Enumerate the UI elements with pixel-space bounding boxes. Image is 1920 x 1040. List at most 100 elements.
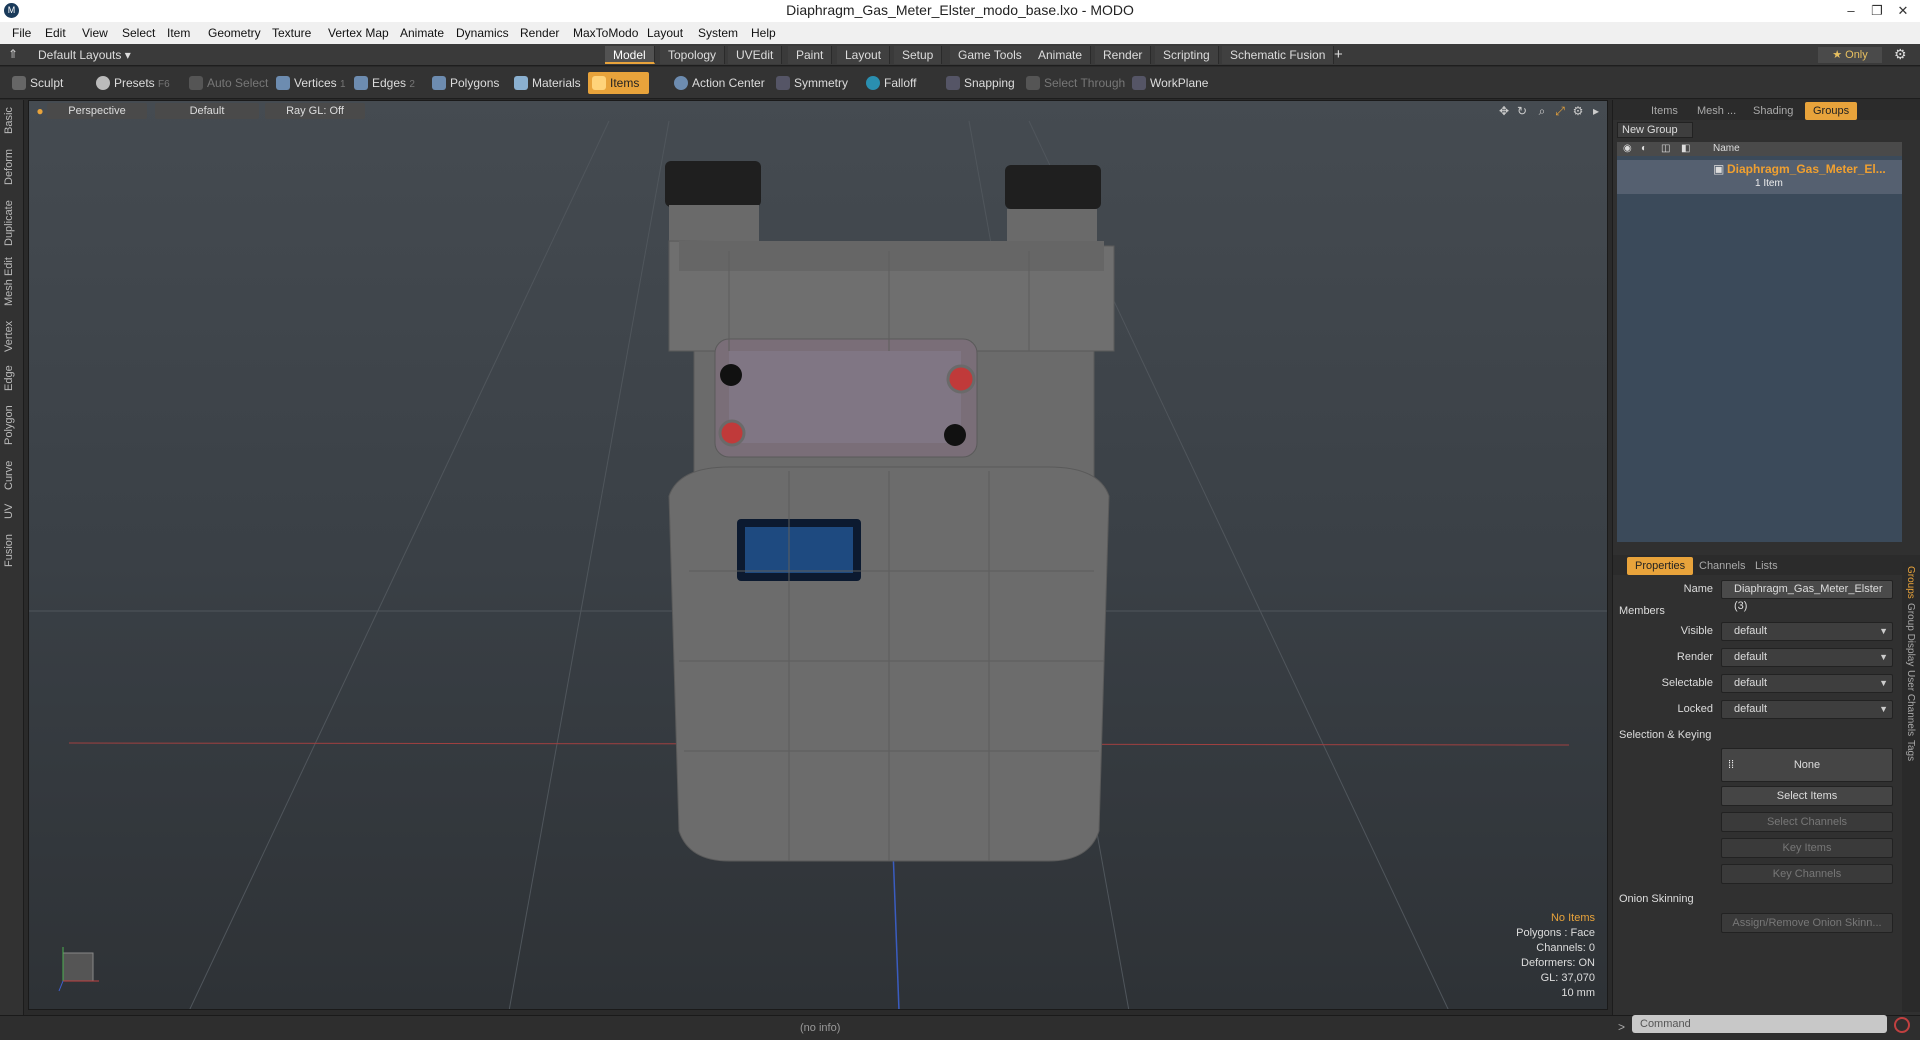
selection-keying-section[interactable]: Selection & Keying: [1619, 729, 1711, 741]
symmetry-button[interactable]: Symmetry: [772, 72, 848, 94]
edges-button[interactable]: Edges 2: [350, 72, 415, 94]
menu-system[interactable]: System: [698, 26, 738, 40]
tab-uvedit[interactable]: UVEdit: [728, 46, 783, 64]
menu-help[interactable]: Help: [751, 26, 776, 40]
vtab-polygon[interactable]: Polygon: [3, 400, 21, 450]
window-title: Diaphragm_Gas_Meter_Elster_modo_base.lxo…: [786, 2, 1134, 18]
group-row[interactable]: ▣ Diaphragm_Gas_Meter_El... 1 Item: [1617, 160, 1902, 194]
gear-icon[interactable]: ⚙: [1894, 46, 1907, 63]
tab-model[interactable]: Model: [605, 46, 655, 64]
new-group-button[interactable]: New Group: [1617, 122, 1693, 138]
tab-game-tools[interactable]: Game Tools: [950, 46, 1031, 64]
vtab-duplicate[interactable]: Duplicate: [3, 196, 21, 250]
none-button[interactable]: ⁞⁞ None: [1721, 748, 1893, 782]
chevron-down-icon: ▼: [1879, 678, 1888, 688]
tab-scripting[interactable]: Scripting: [1155, 46, 1219, 64]
menu-geometry[interactable]: Geometry: [208, 26, 261, 40]
presets-button[interactable]: Presets F6: [92, 72, 170, 94]
locked-dropdown[interactable]: default ▼: [1721, 700, 1893, 719]
tab-animate[interactable]: Animate: [1030, 46, 1092, 64]
visible-dropdown[interactable]: default ▼: [1721, 622, 1893, 641]
title-bar: M Diaphragm_Gas_Meter_Elster_modo_base.l…: [0, 0, 1920, 22]
items-icon: [592, 76, 606, 90]
vtab-fusion[interactable]: Fusion: [3, 530, 21, 570]
assign-onion-button[interactable]: Assign/Remove Onion Skinn...: [1721, 913, 1893, 933]
menu-texture[interactable]: Texture: [272, 26, 311, 40]
members-section[interactable]: Members: [1619, 605, 1665, 617]
minimize-icon[interactable]: –: [1838, 0, 1864, 22]
tab-groups[interactable]: Groups: [1805, 102, 1858, 120]
vtab-group-display[interactable]: Group Display: [1905, 603, 1916, 666]
selectable-dropdown[interactable]: default ▼: [1721, 674, 1893, 693]
tab-topology[interactable]: Topology: [660, 46, 726, 64]
vtab-edge[interactable]: Edge: [3, 362, 21, 394]
polygons-button[interactable]: Polygons: [428, 72, 499, 94]
menu-select[interactable]: Select: [122, 26, 155, 40]
vtab-user-channels[interactable]: User Channels: [1905, 670, 1916, 736]
tab-schematic-fusion[interactable]: Schematic Fusion: [1222, 46, 1335, 64]
tab-mesh[interactable]: Mesh ...: [1689, 102, 1744, 120]
menu-dynamics[interactable]: Dynamics: [456, 26, 509, 40]
onion-skinning-section[interactable]: Onion Skinning: [1619, 893, 1694, 905]
render-value: default: [1734, 651, 1768, 663]
groups-list[interactable]: ◉ ◐ ◫ ◧ Name ▣ Diaphragm_Gas_Meter_El...…: [1617, 142, 1902, 542]
items-button[interactable]: Items: [588, 72, 650, 94]
menu-item[interactable]: Item: [167, 26, 190, 40]
vtab-tags[interactable]: Tags: [1905, 740, 1916, 761]
menu-file[interactable]: File: [12, 26, 31, 40]
layout-up-icon[interactable]: ⇑: [8, 47, 18, 61]
tab-render[interactable]: Render: [1095, 46, 1152, 64]
menu-maxtomodo[interactable]: MaxToModo: [573, 26, 638, 40]
menu-edit[interactable]: Edit: [45, 26, 66, 40]
sculpt-button[interactable]: Sculpt: [8, 72, 63, 94]
add-tab-button[interactable]: +: [1334, 46, 1343, 63]
action-center-button[interactable]: Action Center: [670, 72, 765, 94]
tab-paint[interactable]: Paint: [788, 46, 833, 64]
vtab-mesh-edit[interactable]: Mesh Edit: [3, 256, 21, 308]
right-panel: Items Mesh ... Shading Groups New Group …: [1612, 100, 1920, 1015]
vertices-button[interactable]: Vertices 1: [272, 72, 346, 94]
select-items-button[interactable]: Select Items: [1721, 786, 1893, 806]
group-name: Diaphragm_Gas_Meter_El...: [1727, 162, 1886, 176]
select-channels-button[interactable]: Select Channels: [1721, 812, 1893, 832]
tab-setup[interactable]: Setup: [894, 46, 943, 64]
select-through-button[interactable]: Select Through: [1022, 72, 1125, 94]
menu-render[interactable]: Render: [520, 26, 559, 40]
hud-no-items: No Items: [1550, 912, 1595, 924]
vtab-groups[interactable]: Groups: [1905, 566, 1916, 599]
restore-icon[interactable]: ❐: [1864, 0, 1890, 22]
auto-select-button[interactable]: Auto Select: [185, 72, 268, 94]
selectable-label: Selectable: [1661, 677, 1713, 689]
close-icon[interactable]: ✕: [1890, 0, 1916, 22]
vtab-basic[interactable]: Basic: [3, 104, 21, 138]
menu-layout[interactable]: Layout: [647, 26, 683, 40]
tab-items[interactable]: Items: [1643, 102, 1686, 120]
command-input[interactable]: Command: [1632, 1015, 1887, 1033]
menu-view[interactable]: View: [82, 26, 108, 40]
tab-shading[interactable]: Shading: [1745, 102, 1801, 120]
3d-viewport[interactable]: ● Perspective Default Ray GL: Off ✥ ↻ ⌕ …: [28, 100, 1608, 1010]
menu-vertex-map[interactable]: Vertex Map: [328, 26, 389, 40]
gas-meter-model: [665, 161, 1115, 862]
auto-select-label: Auto Select: [207, 76, 269, 90]
key-items-button[interactable]: Key Items: [1721, 838, 1893, 858]
falloff-icon: [866, 76, 880, 90]
falloff-button[interactable]: Falloff: [862, 72, 916, 94]
only-toggle[interactable]: ★ Only: [1818, 47, 1882, 63]
materials-icon: [514, 76, 528, 90]
key-channels-button[interactable]: Key Channels: [1721, 864, 1893, 884]
materials-button[interactable]: Materials: [510, 72, 581, 94]
layout-preset-dropdown[interactable]: Default Layouts ▾: [38, 48, 131, 62]
menu-animate[interactable]: Animate: [400, 26, 444, 40]
record-icon[interactable]: [1894, 1017, 1910, 1033]
vtab-vertex[interactable]: Vertex: [3, 316, 21, 356]
tab-layout[interactable]: Layout: [837, 46, 891, 64]
name-field[interactable]: Diaphragm_Gas_Meter_Elster (3): [1721, 580, 1893, 612]
visible-row: Visible default ▼: [1613, 621, 1903, 643]
vtab-deform[interactable]: Deform: [3, 146, 21, 188]
workplane-button[interactable]: WorkPlane: [1128, 72, 1208, 94]
render-dropdown[interactable]: default ▼: [1721, 648, 1893, 667]
vtab-curve[interactable]: Curve: [3, 456, 21, 494]
snapping-button[interactable]: Snapping: [942, 72, 1015, 94]
vtab-uv[interactable]: UV: [3, 500, 21, 522]
